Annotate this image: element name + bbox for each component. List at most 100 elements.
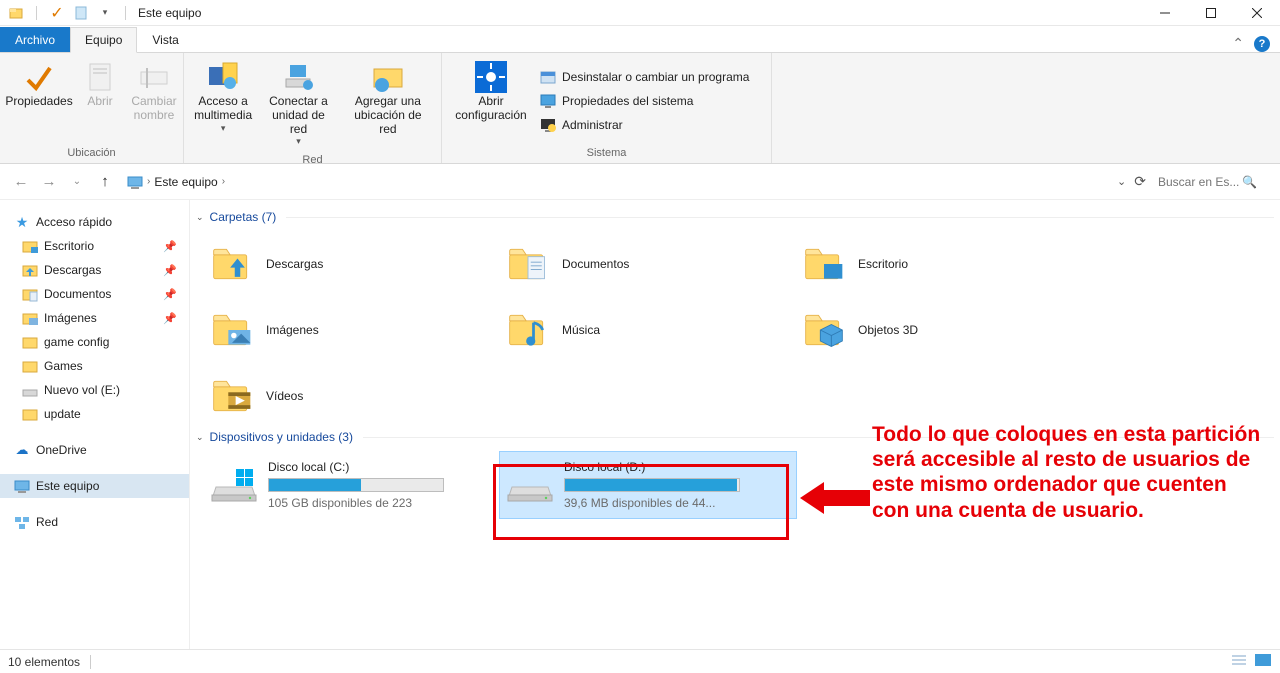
sidebar-network-label: Red <box>36 515 58 529</box>
sidebar-item[interactable]: Escritorio📌 <box>0 234 189 258</box>
network-icon <box>14 514 30 530</box>
help-icon[interactable]: ? <box>1254 36 1270 52</box>
folders-section-header[interactable]: ⌄ Carpetas (7) <box>190 206 1280 228</box>
folder-item[interactable]: Escritorio <box>796 234 1092 294</box>
add-location-button[interactable]: Agregar una ubicación de red <box>341 57 435 151</box>
connect-drive-label: Conectar a unidad de red <box>264 95 333 136</box>
folder-label: Objetos 3D <box>858 323 918 337</box>
minimize-button[interactable] <box>1142 0 1188 26</box>
manage-button[interactable]: Administrar <box>540 117 749 133</box>
search-box[interactable]: 🔍 <box>1152 170 1272 194</box>
breadcrumb-thispc[interactable]: Este equipo <box>154 175 217 189</box>
media-access-button[interactable]: Acceso a multimedia ▾ <box>190 57 256 151</box>
address-dropdown-icon[interactable]: ⌄ <box>1117 175 1126 188</box>
status-bar: 10 elementos <box>0 649 1280 673</box>
dropdown-icon[interactable]: ▾ <box>97 5 113 21</box>
sidebar-item[interactable]: Descargas📌 <box>0 258 189 282</box>
window-title: Este equipo <box>138 6 201 20</box>
tab-view[interactable]: Vista <box>137 27 193 52</box>
navigation-bar: ← → ⌄ ↑ › Este equipo › ⌄ ⟳ 🔍 <box>0 164 1280 200</box>
sidebar-item[interactable]: Nuevo vol (E:) <box>0 378 189 402</box>
sidebar-onedrive[interactable]: ☁ OneDrive <box>0 438 189 462</box>
details-view-icon[interactable] <box>1230 653 1248 670</box>
folder-icon <box>504 240 552 288</box>
sidebar-item-label: Escritorio <box>44 239 94 253</box>
group-network-caption: Red <box>190 151 435 164</box>
folder-icon <box>504 306 552 354</box>
chevron-right-icon[interactable]: › <box>222 176 225 187</box>
close-button[interactable] <box>1234 0 1280 26</box>
dropdown-icon: ▾ <box>296 136 301 146</box>
drive-item[interactable]: Disco local (C:) 105 GB disponibles de 22… <box>204 452 500 518</box>
folder-label: Vídeos <box>266 389 303 403</box>
connect-drive-button[interactable]: Conectar a unidad de red ▾ <box>258 57 339 151</box>
sidebar-thispc-label: Este equipo <box>36 479 99 493</box>
folder-icon <box>208 306 256 354</box>
folder-icon <box>208 240 256 288</box>
folder-item[interactable]: Descargas <box>204 234 500 294</box>
annotation-text: Todo lo que coloques en esta partición s… <box>872 422 1264 523</box>
recent-locations-button[interactable]: ⌄ <box>66 171 88 193</box>
folder-icon <box>22 406 38 422</box>
pin-icon: 📌 <box>163 264 177 277</box>
drive-freespace-label: 105 GB disponibles de 223 <box>268 496 494 510</box>
properties-button[interactable]: Propiedades <box>6 57 72 144</box>
sidebar-item[interactable]: Documentos📌 <box>0 282 189 306</box>
folder-item[interactable]: Imágenes <box>204 300 500 360</box>
drive-label: Disco local (C:) <box>268 460 494 474</box>
folder-item[interactable]: Vídeos <box>204 366 500 426</box>
check-icon[interactable]: ✓ <box>49 5 65 21</box>
sidebar-onedrive-label: OneDrive <box>36 443 87 457</box>
sidebar-item[interactable]: Games <box>0 354 189 378</box>
system-properties-button[interactable]: Propiedades del sistema <box>540 93 749 109</box>
tab-computer[interactable]: Equipo <box>70 27 137 53</box>
search-input[interactable] <box>1156 174 1242 190</box>
tiles-view-icon[interactable] <box>1254 653 1272 670</box>
rename-button[interactable]: Cambiar nombre <box>128 57 180 144</box>
sidebar-item[interactable]: game config <box>0 330 189 354</box>
ribbon: Propiedades Abrir Cambiar nombre Ubicaci… <box>0 52 1280 164</box>
folder-item[interactable]: Objetos 3D <box>796 300 1092 360</box>
maximize-button[interactable] <box>1188 0 1234 26</box>
back-button[interactable]: ← <box>10 171 32 193</box>
rename-label: Cambiar nombre <box>131 95 176 123</box>
sidebar-thispc[interactable]: Este equipo <box>0 474 189 498</box>
properties-label: Propiedades <box>5 95 72 109</box>
folder-item[interactable]: Música <box>500 300 796 360</box>
folder-label: Documentos <box>562 257 629 271</box>
quick-access-toolbar: ✓ ▾ Este equipo <box>0 0 209 25</box>
folder-label: Escritorio <box>858 257 908 271</box>
status-item-count: 10 elementos <box>8 655 80 669</box>
folder-icon <box>800 306 848 354</box>
folder-icon <box>8 5 24 21</box>
chevron-right-icon[interactable]: › <box>147 176 150 187</box>
collapse-icon: ⌄ <box>196 212 204 223</box>
folder-label: Música <box>562 323 600 337</box>
folder-item[interactable]: Documentos <box>500 234 796 294</box>
open-settings-label: Abrir configuración <box>455 95 526 123</box>
uninstall-programs-button[interactable]: Desinstalar o cambiar un programa <box>540 69 749 85</box>
address-bar[interactable]: › Este equipo › <box>122 170 1111 194</box>
tab-file[interactable]: Archivo <box>0 27 70 52</box>
sidebar-item-label: Imágenes <box>44 311 97 325</box>
group-location-caption: Ubicación <box>6 144 177 163</box>
folder-icon <box>22 262 38 278</box>
sidebar-network[interactable]: Red <box>0 510 189 534</box>
refresh-icon[interactable]: ⟳ <box>1134 173 1146 190</box>
forward-button[interactable]: → <box>38 171 60 193</box>
sidebar-item-label: Nuevo vol (E:) <box>44 383 120 397</box>
collapse-ribbon-icon[interactable]: ⌃ <box>1232 35 1244 52</box>
sysprops-label: Propiedades del sistema <box>562 94 693 108</box>
window-controls <box>1142 0 1280 26</box>
open-settings-button[interactable]: Abrir configuración <box>448 57 534 144</box>
media-access-label: Acceso a multimedia <box>194 95 252 123</box>
pin-icon: 📌 <box>163 312 177 325</box>
sidebar-quick-access[interactable]: ★ Acceso rápido <box>0 210 189 234</box>
sidebar-item[interactable]: update <box>0 402 189 426</box>
up-button[interactable]: ↑ <box>94 171 116 193</box>
main-content: ⌄ Carpetas (7) Descargas Documentos Escrit… <box>190 200 1280 649</box>
document-icon[interactable] <box>73 5 89 21</box>
folders-header-label: Carpetas (7) <box>210 210 277 224</box>
open-button[interactable]: Abrir <box>74 57 126 144</box>
sidebar-item[interactable]: Imágenes 📌 <box>0 306 189 330</box>
